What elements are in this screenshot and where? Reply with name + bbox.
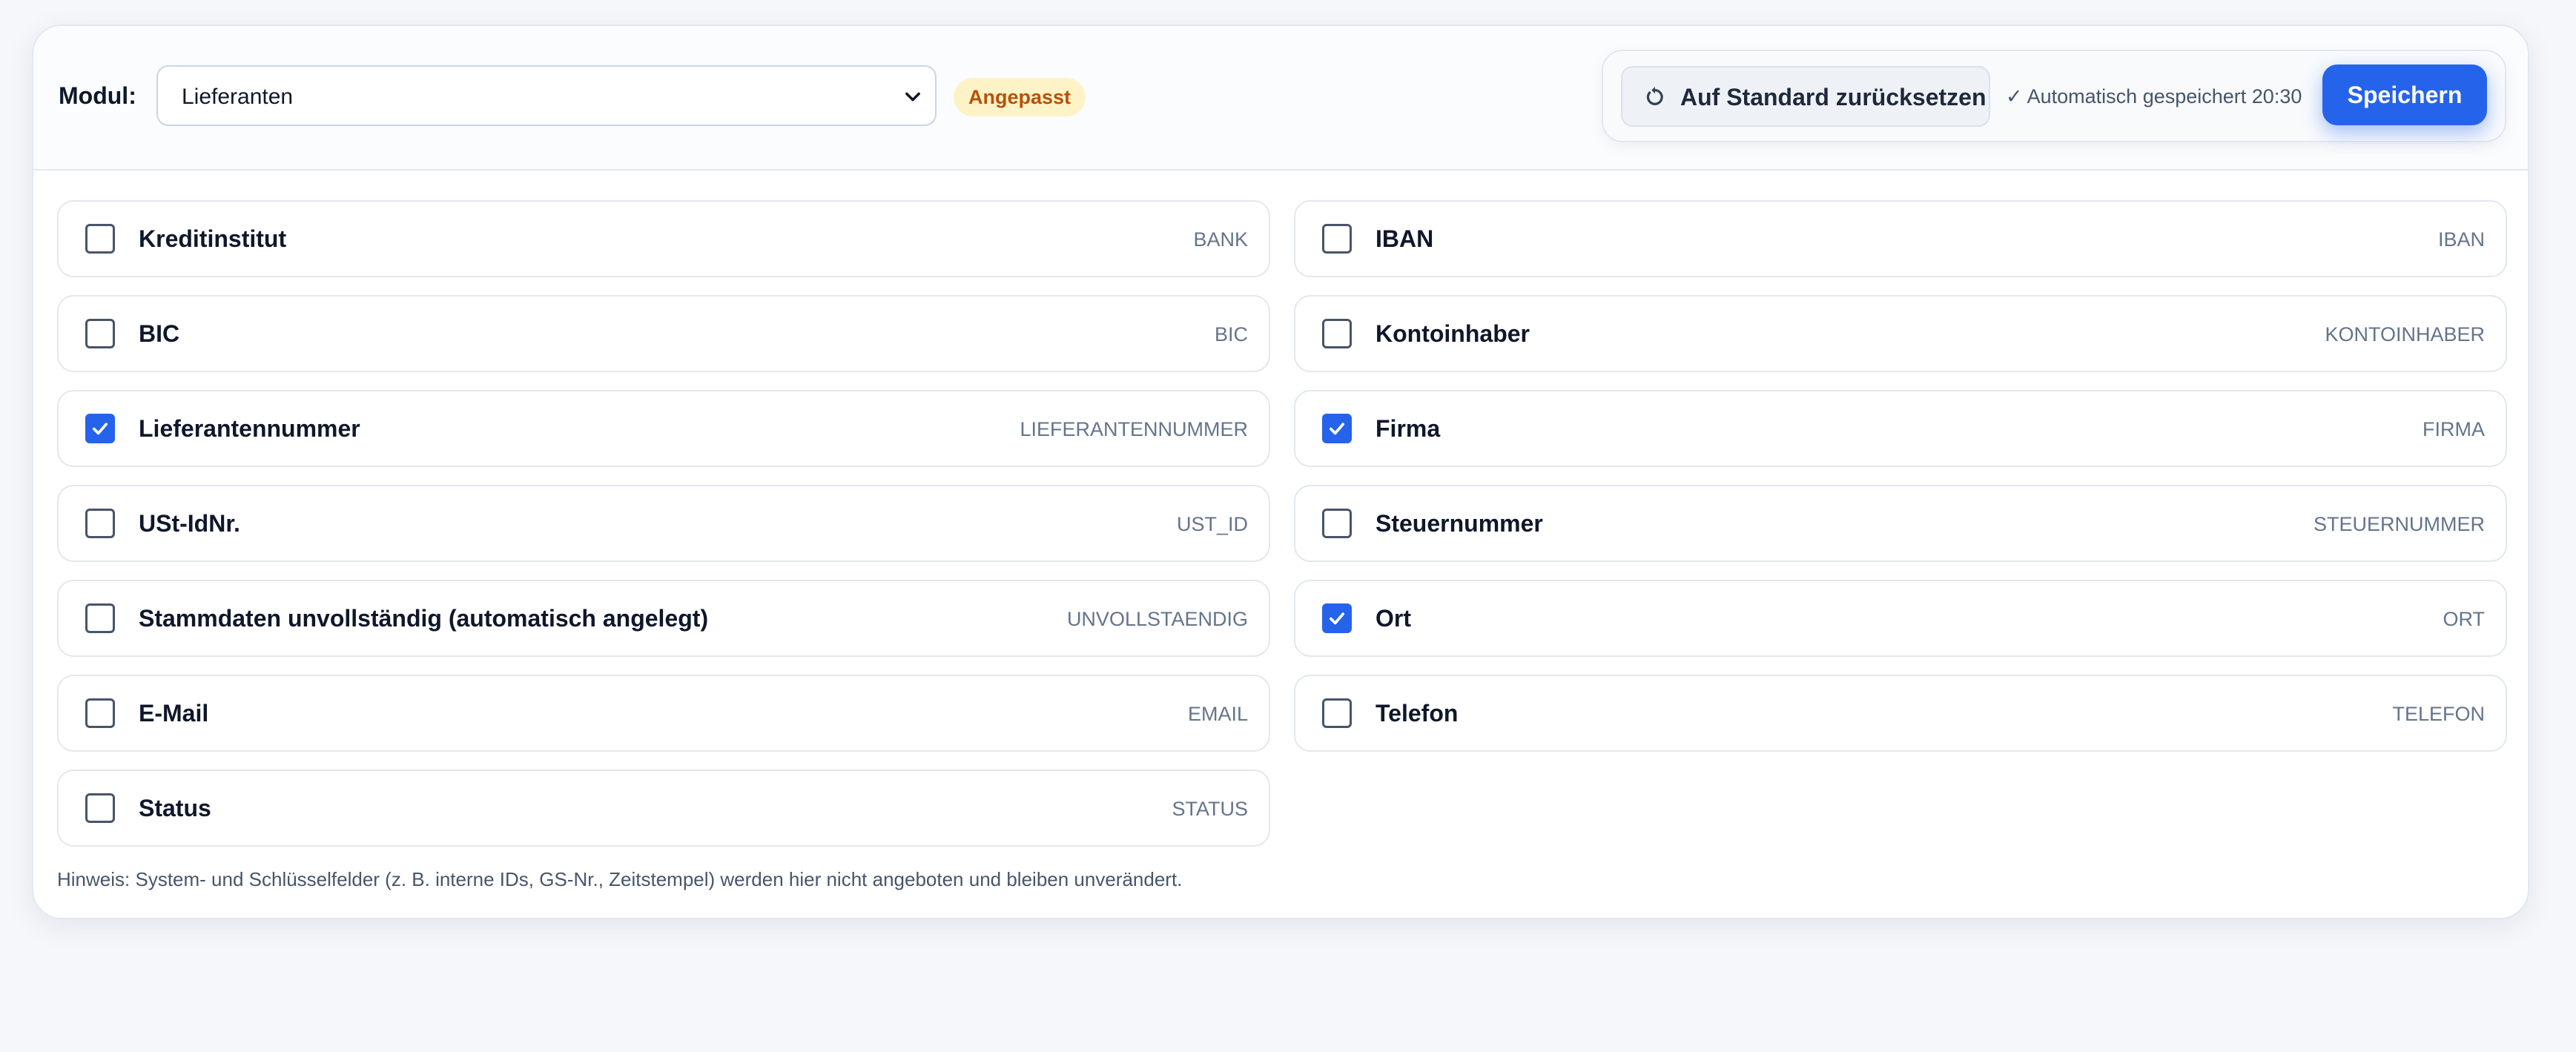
check-icon: [1329, 612, 1345, 625]
field-label: Lieferantennummer: [139, 415, 360, 442]
hint-text: Hinweis: System- und Schlüsselfelder (z.…: [57, 868, 1183, 890]
field-key: KONTOINHABER: [2325, 323, 2485, 345]
field-label: Kreditinstitut: [139, 225, 287, 252]
field-row-steuernummer[interactable]: Steuernummer STEUERNUMMER: [1294, 485, 2507, 562]
field-label: IBAN: [1375, 225, 1434, 252]
autosave-text: Automatisch gespeichert 20:30: [2027, 85, 2302, 107]
modul-label: Modul:: [59, 82, 136, 109]
field-key: EMAIL: [1187, 703, 1248, 725]
field-checkbox[interactable]: [1322, 603, 1352, 633]
field-row-bank[interactable]: Kreditinstitut BANK: [57, 200, 1270, 277]
field-row-bic[interactable]: BIC BIC: [57, 295, 1270, 372]
actions-panel: Auf Standard zurücksetzen ✓ Automatisch g…: [1602, 50, 2506, 142]
field-key: TELEFON: [2392, 703, 2485, 725]
field-checkbox[interactable]: [1322, 509, 1352, 538]
field-key: LIEFERANTENNUMMER: [1020, 418, 1248, 440]
field-checkbox[interactable]: [85, 319, 115, 348]
field-row-lieferantennummer[interactable]: Lieferantennummer LIEFERANTENNUMMER: [57, 390, 1270, 467]
field-label: Ort: [1375, 605, 1411, 632]
field-row-unvollstaendig[interactable]: Stammdaten unvollständig (automatisch an…: [57, 580, 1270, 657]
field-checkbox[interactable]: [1322, 414, 1352, 443]
field-row-ust-id[interactable]: USt-IdNr. UST_ID: [57, 485, 1270, 562]
field-checkbox[interactable]: [85, 414, 115, 443]
toolbar: Modul: Lieferanten Angepasst Auf Standar…: [33, 26, 2528, 171]
reset-button-label: Auf Standard zurücksetzen: [1680, 84, 1987, 110]
field-key: FIRMA: [2423, 418, 2485, 440]
field-checkbox[interactable]: [85, 603, 115, 633]
field-label: USt-IdNr.: [139, 510, 240, 537]
field-label: Status: [139, 795, 211, 821]
field-row-kontoinhaber[interactable]: Kontoinhaber KONTOINHABER: [1294, 295, 2507, 372]
field-key: ORT: [2443, 608, 2485, 630]
field-label: Kontoinhaber: [1375, 320, 1530, 347]
check-icon: [1329, 423, 1345, 435]
field-key: BANK: [1193, 228, 1248, 251]
modul-select-value: Lieferanten: [182, 85, 294, 109]
field-label: Steuernummer: [1375, 510, 1543, 537]
field-key: IBAN: [2437, 228, 2485, 251]
reset-icon: [1646, 87, 1663, 105]
field-label: BIC: [139, 320, 180, 347]
field-label: Firma: [1375, 415, 1441, 442]
reset-to-default-button[interactable]: Auf Standard zurücksetzen: [1621, 66, 1990, 127]
field-row-iban[interactable]: IBAN IBAN: [1294, 200, 2507, 277]
field-row-ort[interactable]: Ort ORT: [1294, 580, 2507, 657]
field-row-firma[interactable]: Firma FIRMA: [1294, 390, 2507, 467]
chevron-down-icon: [905, 92, 920, 102]
field-checkbox[interactable]: [85, 509, 115, 538]
field-checkbox[interactable]: [85, 793, 115, 823]
field-checkbox[interactable]: [1322, 224, 1352, 254]
field-key: UNVOLLSTAENDIG: [1066, 608, 1248, 630]
field-key: STEUERNUMMER: [2313, 513, 2485, 535]
save-button[interactable]: Speichern: [2322, 64, 2487, 125]
autosave-status: ✓ Automatisch gespeichert 20:30: [2006, 85, 2302, 108]
check-icon: [92, 423, 108, 435]
field-list: Kreditinstitut BANK IBAN IBAN BIC BIC Ko…: [57, 200, 2507, 847]
field-row-telefon[interactable]: Telefon TELEFON: [1294, 675, 2507, 752]
check-icon: ✓: [2006, 85, 2023, 107]
field-checkbox[interactable]: [1322, 319, 1352, 348]
field-key: UST_ID: [1176, 513, 1248, 535]
field-row-email[interactable]: E-Mail EMAIL: [57, 675, 1270, 752]
field-key: STATUS: [1172, 798, 1248, 820]
field-label: Telefon: [1375, 700, 1459, 727]
field-settings-card: Modul: Lieferanten Angepasst Auf Standar…: [32, 24, 2529, 919]
field-row-status[interactable]: Status STATUS: [57, 770, 1270, 847]
field-checkbox[interactable]: [85, 698, 115, 728]
field-label: Stammdaten unvollständig (automatisch an…: [139, 605, 709, 632]
modul-select[interactable]: Lieferanten: [156, 65, 937, 126]
field-key: BIC: [1214, 323, 1248, 345]
field-checkbox[interactable]: [1322, 698, 1352, 728]
field-checkbox[interactable]: [85, 224, 115, 254]
customized-badge: Angepasst: [954, 78, 1086, 116]
field-label: E-Mail: [139, 700, 209, 727]
